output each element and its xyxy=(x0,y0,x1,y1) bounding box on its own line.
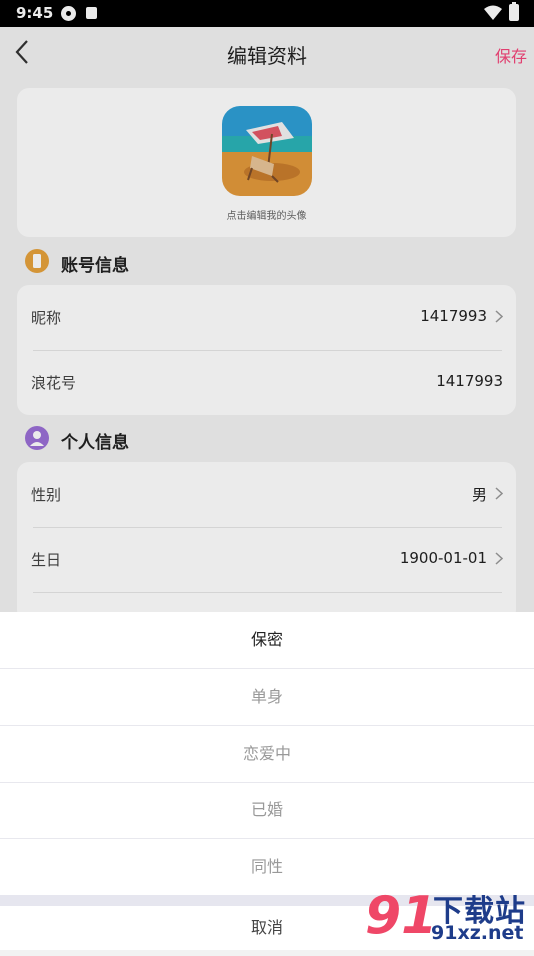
option-single[interactable]: 单身 xyxy=(0,669,534,725)
option-secret[interactable]: 保密 xyxy=(0,612,534,668)
watermark-logo: 91 下载站 91xz.net xyxy=(363,886,534,950)
watermark-91: 91 xyxy=(365,886,438,946)
option-in-love[interactable]: 恋爱中 xyxy=(0,726,534,782)
option-married[interactable]: 已婚 xyxy=(0,782,534,838)
watermark-url: 91xz.net xyxy=(431,922,524,944)
